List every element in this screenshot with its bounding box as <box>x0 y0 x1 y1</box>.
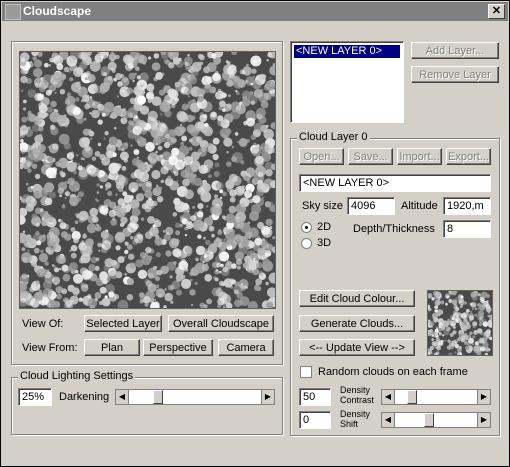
mode-2d-radio[interactable] <box>301 222 312 233</box>
mode-2d-label: 2D <box>317 221 332 233</box>
layer-name-field[interactable]: <NEW LAYER 0> <box>299 174 491 192</box>
random-clouds-label: Random clouds on each frame <box>318 366 468 378</box>
slider-right-arrow-icon[interactable]: ▶ <box>261 390 274 404</box>
altitude-field[interactable]: 1920,m <box>443 197 491 215</box>
remove-layer-button[interactable]: Remove Layer <box>411 66 499 83</box>
app-icon <box>5 4 21 20</box>
density-contrast-label: Density Contrast <box>340 385 374 405</box>
layer-list[interactable]: <NEW LAYER 0> <box>290 41 404 123</box>
density-shift-field[interactable]: 0 <box>299 411 331 429</box>
perspective-button[interactable]: Perspective <box>143 339 213 356</box>
density-shift-label-line1: Density <box>340 409 371 419</box>
density-contrast-label-line2: Contrast <box>340 395 375 405</box>
cloud-colour-thumbnail-canvas <box>428 291 492 355</box>
cloud-lighting-title: Cloud Lighting Settings <box>18 370 136 382</box>
view-from-label: View From: <box>22 342 78 354</box>
slider-thumb[interactable] <box>153 390 163 404</box>
selected-layer-button[interactable]: Selected Layer <box>84 315 162 332</box>
density-contrast-slider[interactable]: ◀ ▶ <box>381 389 491 405</box>
darkening-value-field[interactable]: 25% <box>18 388 52 406</box>
camera-button[interactable]: Camera <box>218 339 274 356</box>
mode-3d-radio[interactable] <box>301 238 312 249</box>
cloud-layer-title: Cloud Layer 0 <box>297 131 370 143</box>
slider-right-arrow-icon[interactable]: ▶ <box>477 390 490 404</box>
slider-thumb[interactable] <box>407 390 417 404</box>
window-title: Cloudscape <box>23 4 92 18</box>
title-bar: Cloudscape ✕ <box>2 2 508 21</box>
slider-left-arrow-icon[interactable]: ◀ <box>382 413 395 427</box>
density-shift-label: Density Shift <box>340 409 370 429</box>
edit-cloud-colour-button[interactable]: Edit Cloud Colour... <box>299 290 415 307</box>
random-clouds-checkbox[interactable] <box>300 366 312 378</box>
sky-size-field[interactable]: 4096 <box>347 197 395 215</box>
view-of-label: View Of: <box>22 318 64 330</box>
cloud-layer-group: Cloud Layer 0 Open... Save... Import... … <box>290 131 500 436</box>
export-button[interactable]: Export... <box>446 148 491 165</box>
cloud-preview-canvas <box>20 52 275 308</box>
import-button[interactable]: Import... <box>397 148 442 165</box>
cloud-colour-thumbnail <box>427 290 493 356</box>
depth-thickness-label: Depth/Thickness <box>353 223 435 235</box>
slider-right-arrow-icon[interactable]: ▶ <box>477 413 490 427</box>
preview-group: View Of: Selected Layer Overall Cloudsca… <box>11 41 283 365</box>
depth-thickness-field[interactable]: 8 <box>443 220 491 238</box>
cloud-lighting-group: Cloud Lighting Settings 25% Darkening ◀ … <box>11 370 283 435</box>
slider-thumb[interactable] <box>424 413 434 427</box>
cloud-preview-image <box>19 51 276 309</box>
update-view-button[interactable]: <-- Update View --> <box>299 339 415 356</box>
layer-list-item[interactable]: <NEW LAYER 0> <box>294 45 400 58</box>
close-button[interactable]: ✕ <box>488 4 505 19</box>
plan-button[interactable]: Plan <box>84 339 140 356</box>
generate-clouds-button[interactable]: Generate Clouds... <box>299 315 415 332</box>
add-layer-button[interactable]: Add Layer... <box>411 42 499 59</box>
density-shift-slider[interactable]: ◀ ▶ <box>381 412 491 428</box>
save-button[interactable]: Save... <box>348 148 393 165</box>
mode-3d-label: 3D <box>317 237 332 249</box>
slider-left-arrow-icon[interactable]: ◀ <box>382 390 395 404</box>
density-shift-label-line2: Shift <box>340 419 359 429</box>
density-contrast-field[interactable]: 50 <box>299 388 331 406</box>
darkening-slider[interactable]: ◀ ▶ <box>115 389 275 405</box>
sky-size-label: Sky size <box>302 200 343 212</box>
darkening-label: Darkening <box>59 391 110 403</box>
open-button[interactable]: Open... <box>299 148 344 165</box>
cloudscape-window: Cloudscape ✕ View Of: Selected Layer Ove… <box>0 0 510 467</box>
slider-left-arrow-icon[interactable]: ◀ <box>116 390 129 404</box>
overall-cloudscape-button[interactable]: Overall Cloudscape <box>168 315 274 332</box>
density-contrast-label-line1: Density <box>340 385 371 395</box>
altitude-label: Altitude <box>401 200 438 212</box>
